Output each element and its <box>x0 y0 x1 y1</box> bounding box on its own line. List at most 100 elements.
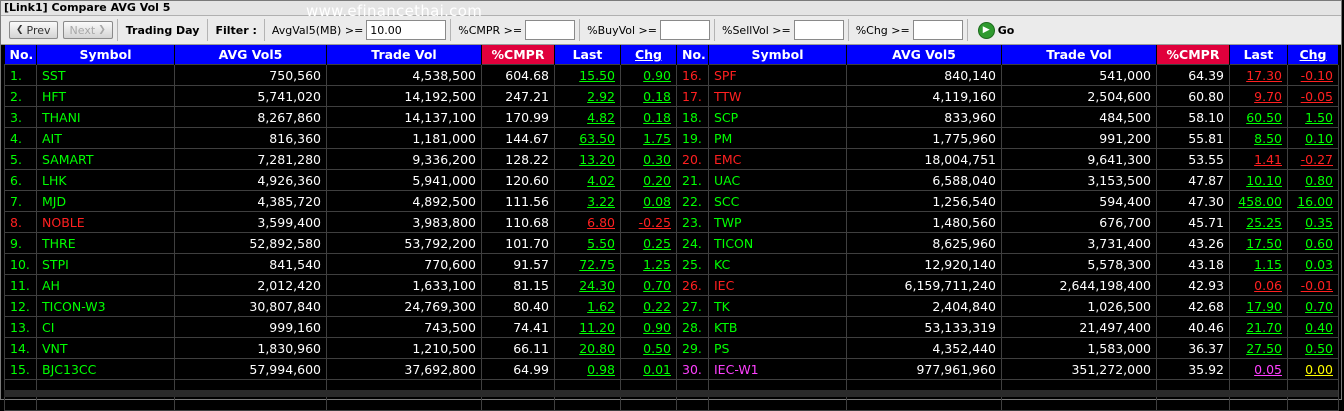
table-row[interactable]: 1. SST 750,560 4,538,500 604.68 15.50 0.90 16. S… <box>4 64 1339 86</box>
last-price-cell[interactable]: 0.05 <box>1229 358 1288 380</box>
last-price-cell[interactable]: 6.80 <box>554 211 621 233</box>
col-header-trade-vol[interactable]: Trade Vol <box>1001 45 1157 65</box>
last-price-cell[interactable]: 60.50 <box>1229 106 1288 128</box>
last-price-cell[interactable]: 21.70 <box>1229 316 1288 338</box>
change-cell[interactable]: 0.90 <box>620 316 677 338</box>
col-header-last[interactable]: Last <box>554 45 621 65</box>
change-cell[interactable]: 0.03 <box>1287 253 1339 275</box>
last-price-cell[interactable]: 63.50 <box>554 127 621 149</box>
last-price-cell[interactable]: 11.20 <box>554 316 621 338</box>
symbol-cell[interactable]: VNT <box>36 337 175 359</box>
last-price-cell[interactable]: 0.06 <box>1229 274 1288 296</box>
last-price-cell[interactable]: 1.41 <box>1229 148 1288 170</box>
last-price-cell[interactable]: 17.90 <box>1229 295 1288 317</box>
col-header-symbol[interactable]: Symbol <box>708 45 847 65</box>
symbol-cell[interactable]: THRE <box>36 232 175 254</box>
table-row[interactable]: 11. AH 2,012,420 1,633,100 81.15 24.30 0.70 26.… <box>4 274 1339 296</box>
change-cell[interactable]: 1.75 <box>620 127 677 149</box>
symbol-cell[interactable]: LHK <box>36 169 175 191</box>
last-price-cell[interactable]: 1.62 <box>554 295 621 317</box>
last-price-cell[interactable]: 8.50 <box>1229 127 1288 149</box>
col-header-chg[interactable]: Chg <box>1287 45 1339 65</box>
change-cell[interactable]: 0.40 <box>1287 316 1339 338</box>
symbol-cell[interactable]: SPF <box>708 64 847 86</box>
change-cell[interactable]: 0.00 <box>1287 358 1339 380</box>
change-cell[interactable]: 0.18 <box>620 85 677 107</box>
change-cell[interactable]: 16.00 <box>1287 190 1339 212</box>
symbol-cell[interactable]: UAC <box>708 169 847 191</box>
last-price-cell[interactable]: 1.15 <box>1229 253 1288 275</box>
change-cell[interactable]: 0.35 <box>1287 211 1339 233</box>
last-price-cell[interactable]: 9.70 <box>1229 85 1288 107</box>
col-header-avg-vol5[interactable]: AVG Vol5 <box>174 45 327 65</box>
symbol-cell[interactable]: TK <box>708 295 847 317</box>
prev-button[interactable]: ❮ Prev <box>9 21 58 39</box>
change-cell[interactable]: 0.80 <box>1287 169 1339 191</box>
last-price-cell[interactable]: 10.10 <box>1229 169 1288 191</box>
last-price-cell[interactable]: 5.50 <box>554 232 621 254</box>
symbol-cell[interactable]: HFT <box>36 85 175 107</box>
symbol-cell[interactable]: PM <box>708 127 847 149</box>
change-cell[interactable]: 0.25 <box>620 232 677 254</box>
change-cell[interactable]: 0.22 <box>620 295 677 317</box>
table-row[interactable]: 8. NOBLE 3,599,400 3,983,800 110.68 6.80 -0.25… <box>4 211 1339 233</box>
table-row[interactable]: 4. AIT 816,360 1,181,000 144.67 63.50 1.75 19. P… <box>4 127 1339 149</box>
next-button[interactable]: Next ❯ <box>62 21 113 39</box>
symbol-cell[interactable]: KC <box>708 253 847 275</box>
symbol-cell[interactable]: TICON-W3 <box>36 295 175 317</box>
symbol-cell[interactable]: CI <box>36 316 175 338</box>
symbol-cell[interactable]: MJD <box>36 190 175 212</box>
table-row[interactable]: 2. HFT 5,741,020 14,192,500 247.21 2.92 0.18 17… <box>4 85 1339 107</box>
table-row[interactable]: 12. TICON-W3 30,807,840 24,769,300 80.40 1.62… <box>4 295 1339 317</box>
symbol-cell[interactable]: TWP <box>708 211 847 233</box>
table-row[interactable]: 3. THANI 8,267,860 14,137,100 170.99 4.82 0.18… <box>4 106 1339 128</box>
symbol-cell[interactable]: BJC13CC <box>36 358 175 380</box>
col-header-cmpr[interactable]: %CMPR <box>1156 45 1230 65</box>
symbol-cell[interactable]: STPI <box>36 253 175 275</box>
col-header-avg-vol5[interactable]: AVG Vol5 <box>846 45 1002 65</box>
change-cell[interactable]: -0.10 <box>1287 64 1339 86</box>
change-cell[interactable]: 0.50 <box>1287 337 1339 359</box>
last-price-cell[interactable]: 72.75 <box>554 253 621 275</box>
col-header-chg[interactable]: Chg <box>620 45 677 65</box>
col-header-no[interactable]: No. <box>4 45 37 65</box>
table-row[interactable]: 5. SAMART 7,281,280 9,336,200 128.22 13.20 0.3… <box>4 148 1339 170</box>
table-row[interactable]: 15. BJC13CC 57,994,600 37,692,800 64.99 0.98 0… <box>4 358 1339 380</box>
change-cell[interactable]: 1.50 <box>1287 106 1339 128</box>
change-cell[interactable]: -0.25 <box>620 211 677 233</box>
change-cell[interactable]: 0.20 <box>620 169 677 191</box>
col-header-trade-vol[interactable]: Trade Vol <box>326 45 482 65</box>
change-cell[interactable]: 0.50 <box>620 337 677 359</box>
sellvol-input[interactable] <box>793 20 844 40</box>
table-row[interactable]: 10. STPI 841,540 770,600 91.57 72.75 1.25 25. KC… <box>4 253 1339 275</box>
last-price-cell[interactable]: 0.98 <box>554 358 621 380</box>
col-header-no[interactable]: No. <box>676 45 709 65</box>
col-header-cmpr[interactable]: %CMPR <box>481 45 555 65</box>
last-price-cell[interactable]: 17.30 <box>1229 64 1288 86</box>
change-cell[interactable]: 0.70 <box>1287 295 1339 317</box>
table-row[interactable]: 7. MJD 4,385,720 4,892,500 111.56 3.22 0.08 22.… <box>4 190 1339 212</box>
symbol-cell[interactable]: IEC <box>708 274 847 296</box>
change-cell[interactable]: 0.10 <box>1287 127 1339 149</box>
change-cell[interactable]: 0.70 <box>620 274 677 296</box>
symbol-cell[interactable]: TTW <box>708 85 847 107</box>
change-cell[interactable]: 0.60 <box>1287 232 1339 254</box>
col-header-last[interactable]: Last <box>1229 45 1288 65</box>
symbol-cell[interactable]: AH <box>36 274 175 296</box>
avgval-input[interactable] <box>366 20 447 40</box>
change-cell[interactable]: -0.01 <box>1287 274 1339 296</box>
cmpr-input[interactable] <box>525 20 576 40</box>
last-price-cell[interactable]: 24.30 <box>554 274 621 296</box>
change-cell[interactable]: 0.01 <box>620 358 677 380</box>
symbol-cell[interactable]: SCP <box>708 106 847 128</box>
change-cell[interactable]: 0.18 <box>620 106 677 128</box>
symbol-cell[interactable]: AIT <box>36 127 175 149</box>
table-row[interactable]: 13. CI 999,160 743,500 74.41 11.20 0.90 28. KTB 5… <box>4 316 1339 338</box>
symbol-cell[interactable]: SAMART <box>36 148 175 170</box>
table-row[interactable]: 14. VNT 1,830,960 1,210,500 66.11 20.80 0.50 29… <box>4 337 1339 359</box>
last-price-cell[interactable]: 25.25 <box>1229 211 1288 233</box>
go-button[interactable]: ▶ Go <box>977 21 1014 39</box>
col-header-symbol[interactable]: Symbol <box>36 45 175 65</box>
last-price-cell[interactable]: 2.92 <box>554 85 621 107</box>
symbol-cell[interactable]: IEC-W1 <box>708 358 847 380</box>
